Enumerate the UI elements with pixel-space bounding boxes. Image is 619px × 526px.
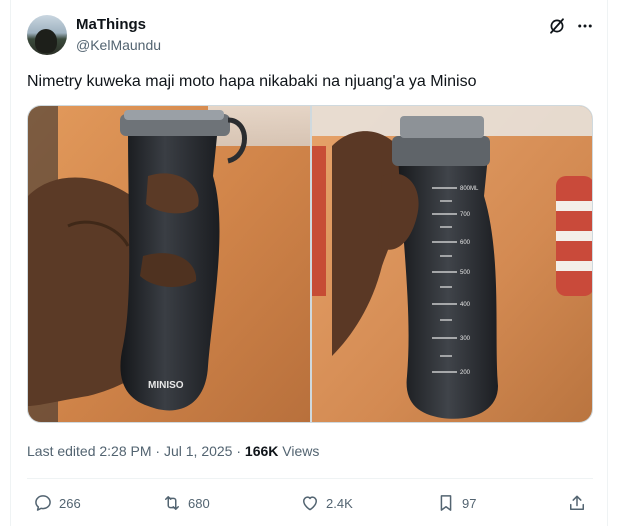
divider (27, 478, 593, 479)
scale-mark: 300 (460, 336, 471, 342)
media-grid: MINISO 800ML 700 600 500 400 300 200 (27, 105, 593, 423)
scale-mark: 800ML (460, 186, 479, 192)
bookmark-button[interactable]: 97 (436, 492, 476, 514)
like-count: 2.4K (326, 495, 353, 511)
scale-mark: 200 (460, 370, 471, 376)
grok-icon[interactable] (548, 17, 566, 35)
reply-button[interactable]: 266 (33, 492, 81, 514)
scale-mark: 600 (460, 240, 471, 246)
repost-button[interactable]: 680 (162, 492, 210, 514)
scale-mark: 500 (460, 270, 471, 276)
share-button[interactable] (567, 492, 593, 514)
scale-mark: 700 (460, 212, 471, 218)
photo-left[interactable]: MINISO (28, 106, 310, 422)
like-button[interactable]: 2.4K (300, 492, 353, 514)
more-icon[interactable] (576, 17, 594, 35)
views-label: Views (282, 443, 320, 459)
reply-count: 266 (59, 495, 81, 511)
repost-count: 680 (188, 495, 210, 511)
reply-icon (35, 495, 51, 511)
scale-mark: 400 (460, 302, 471, 308)
tweet-meta: Last edited 2:28 PM · Jul 1, 2025 · 166K… (27, 443, 319, 459)
photo-right[interactable]: 800ML 700 600 500 400 300 200 (312, 106, 592, 422)
bookmark-count: 97 (462, 495, 477, 511)
views-count: 166K (244, 443, 279, 459)
heart-icon (303, 496, 317, 511)
author-name[interactable]: MaThings (76, 16, 146, 33)
repost-icon (165, 496, 179, 510)
bookmark-icon (440, 495, 452, 511)
bottle-label: MINISO (148, 380, 184, 391)
tweet-text: Nimetry kuweka maji moto hapa nikabaki n… (27, 73, 477, 90)
share-icon (570, 495, 584, 510)
edited-timestamp[interactable]: Last edited 2:28 PM · Jul 1, 2025 · (27, 443, 241, 459)
author-handle[interactable]: @KelMaundu (76, 37, 161, 53)
avatar[interactable] (27, 15, 67, 55)
